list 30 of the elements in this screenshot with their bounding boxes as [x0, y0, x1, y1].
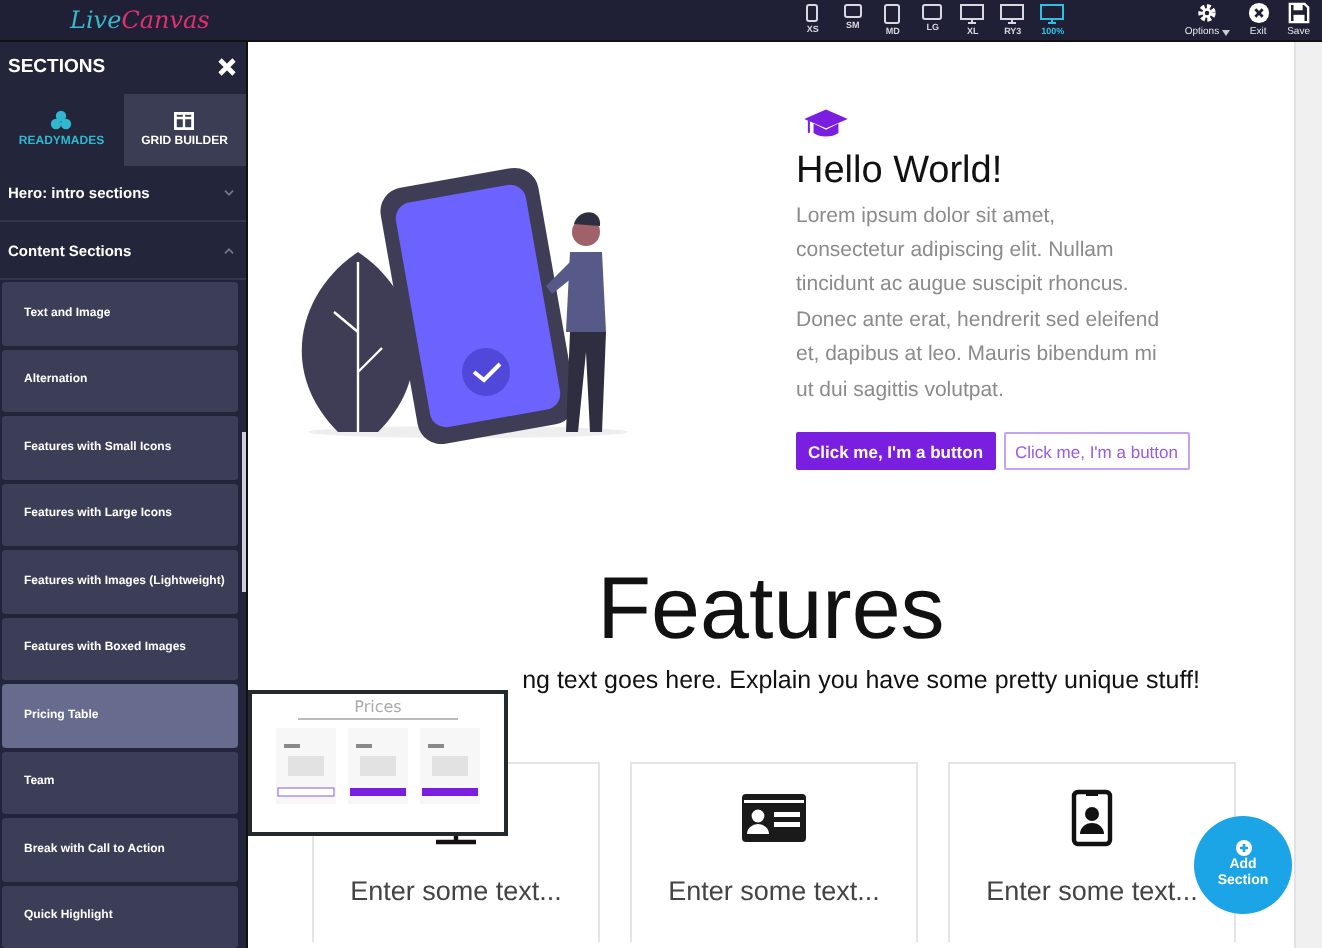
- hero-paragraph: Lorem ipsum dolor sit amet, consectetur adipiscing elit. Nullam tincidunt ac augue suscipit rhoncus. Donec ante erat, hendrerit sed eleifend et, dapibus at leo. Mauris bibendum mi ut dui sagittis volutpat.: [796, 201, 1162, 406]
- scrollbar-thumb[interactable]: [242, 432, 246, 592]
- logo: LiveCanvas: [70, 6, 210, 34]
- tablet-icon: [922, 4, 943, 20]
- section-subtitle: ng text goes here. Explain you have some pretty unique stuff!: [522, 666, 1200, 694]
- plus-icon: [1235, 840, 1251, 856]
- card-title: Enter some text...: [986, 876, 1198, 906]
- chevron-down-icon: [224, 190, 234, 197]
- scrollbar[interactable]: [1294, 42, 1322, 948]
- tablet-icon: [884, 4, 901, 24]
- panel-title: SECTIONS: [8, 56, 106, 79]
- monitor-icon: [960, 4, 985, 24]
- cubes-icon: [50, 110, 73, 131]
- section-heading: Features: [597, 566, 945, 654]
- cta-button[interactable]: Click me, I'm a button: [796, 432, 996, 470]
- monitor-icon: [1000, 4, 1025, 24]
- caret-icon: [1221, 29, 1230, 35]
- hero-heading: Hello World!: [796, 149, 1005, 194]
- id-card-icon: [740, 792, 808, 844]
- card-title: Enter some text...: [350, 876, 562, 906]
- card-title: Enter some text...: [668, 876, 880, 906]
- id-badge-icon: [1070, 788, 1114, 848]
- chevron-up-icon: [224, 247, 234, 254]
- columns-icon: [174, 111, 195, 130]
- phone-icon: [843, 4, 862, 18]
- monitor-icon: [1040, 4, 1065, 24]
- phone-icon: [806, 4, 819, 22]
- preview-title: Prices: [354, 698, 402, 716]
- close-icon[interactable]: [218, 58, 236, 77]
- cta-button[interactable]: Click me, I'm a button: [1003, 432, 1190, 470]
